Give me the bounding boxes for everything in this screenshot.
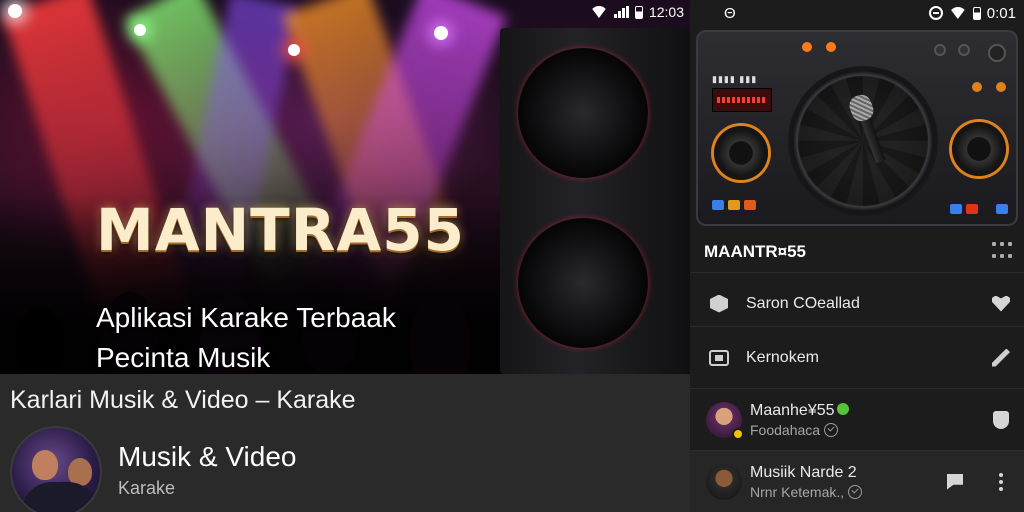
flag-button[interactable]	[944, 471, 966, 493]
list-item-label: Saron COeallad	[746, 294, 860, 312]
wifi-icon	[589, 6, 608, 18]
flag-icon	[947, 473, 963, 490]
heart-icon	[992, 295, 1010, 312]
dj-pad	[966, 204, 978, 214]
status-badge	[732, 427, 744, 440]
list-item[interactable]: Kernokem	[690, 326, 1024, 388]
avatar-body	[22, 482, 98, 512]
wifi-icon	[948, 7, 967, 19]
list-item[interactable]: Musiik Narde 2 Nrnr Ketemak.,	[690, 450, 1024, 512]
battery-icon	[972, 6, 981, 20]
video-info-strip: Karlari Musik & Video – Karake	[0, 374, 690, 512]
spotlight	[8, 4, 22, 18]
hero-tagline: Aplikasi Karake Terbaak Pecinta Musik	[96, 298, 496, 374]
kebab-icon[interactable]	[990, 471, 1012, 493]
hero-panel: 12:03 MANTRA55 Aplikasi Karake Terbaak P…	[0, 0, 690, 512]
dj-knob	[958, 44, 970, 56]
avatar	[706, 401, 744, 440]
list-item-subtitle: Nrnr Ketemak.,	[750, 483, 845, 500]
spotlight	[288, 44, 300, 56]
jog-knob-left	[714, 126, 768, 180]
dj-pad	[744, 200, 756, 210]
video-title[interactable]: Karlari Musik & Video – Karake	[10, 386, 356, 415]
dj-pad	[712, 200, 724, 210]
list-item-label: Kernokem	[746, 348, 819, 366]
dj-knob	[988, 44, 1006, 62]
dj-pad	[996, 204, 1008, 214]
tagline-line-2: Pecinta Musik	[96, 342, 271, 373]
avatar	[706, 463, 742, 500]
jog-knob-right	[952, 122, 1006, 176]
brand-logo-text: MANTRA55	[96, 196, 465, 264]
shield-icon	[993, 410, 1009, 429]
shield-button[interactable]	[990, 409, 1012, 431]
verified-icon	[848, 484, 863, 499]
channel-avatar[interactable]	[10, 426, 102, 512]
do-not-disturb-icon	[928, 6, 943, 20]
speaker-cone	[518, 48, 648, 178]
avatar-face	[32, 450, 58, 480]
dj-label-mark: ▮▮▮▮ ▮▮▮	[712, 74, 758, 84]
list-item[interactable]: Saron COeallad	[690, 272, 1024, 334]
grid-menu-icon[interactable]	[992, 242, 1012, 262]
spotlight	[434, 26, 448, 40]
signal-icon	[613, 6, 629, 18]
speaker-cone	[518, 218, 648, 348]
dj-led	[996, 82, 1006, 92]
dj-led	[972, 82, 982, 92]
dj-pad	[950, 204, 962, 214]
hexagon-icon	[710, 294, 728, 313]
tagline-line-1: Aplikasi Karake Terbaak	[96, 302, 396, 333]
verified-icon	[824, 422, 839, 437]
battery-icon	[634, 5, 643, 19]
channel-name[interactable]: Musik & Video	[118, 441, 296, 473]
status-time: 12:03	[648, 4, 684, 20]
dj-led	[802, 42, 812, 52]
edit-button[interactable]	[990, 347, 1012, 369]
app-panel: Θ 0:01 ▮▮▮▮ ▮▮▮ MAANTR¤55 Saron COeallad…	[690, 0, 1024, 512]
favorite-button[interactable]	[990, 293, 1012, 315]
dj-controller-image: ▮▮▮▮ ▮▮▮	[696, 30, 1018, 226]
speaker-image	[500, 28, 690, 374]
hero-banner[interactable]: 12:03 MANTRA55 Aplikasi Karake Terbaak P…	[0, 0, 690, 374]
list-item-label: Maanhe¥55	[750, 401, 835, 419]
list-item[interactable]: Maanhe¥55 Foodahaca	[690, 388, 1024, 450]
clover-icon	[836, 402, 849, 415]
pencil-icon	[992, 348, 1010, 367]
status-left-glyph: Θ	[724, 4, 736, 22]
app-header: MAANTR¤55	[690, 232, 1024, 272]
dj-led	[826, 42, 836, 52]
status-bar: 12:03	[589, 4, 684, 20]
app-title: MAANTR¤55	[704, 242, 807, 261]
status-bar: Θ 0:01	[690, 0, 1024, 26]
dj-display	[712, 88, 772, 112]
dj-knob	[934, 44, 946, 56]
status-time: 0:01	[986, 4, 1016, 22]
spotlight	[134, 24, 146, 36]
list-item-label: Musiik Narde 2	[750, 463, 857, 481]
dj-pad	[728, 200, 740, 210]
list-item-subtitle: Foodahaca	[750, 421, 821, 438]
channel-subtitle: Karake	[118, 478, 176, 498]
tv-icon	[709, 349, 729, 366]
